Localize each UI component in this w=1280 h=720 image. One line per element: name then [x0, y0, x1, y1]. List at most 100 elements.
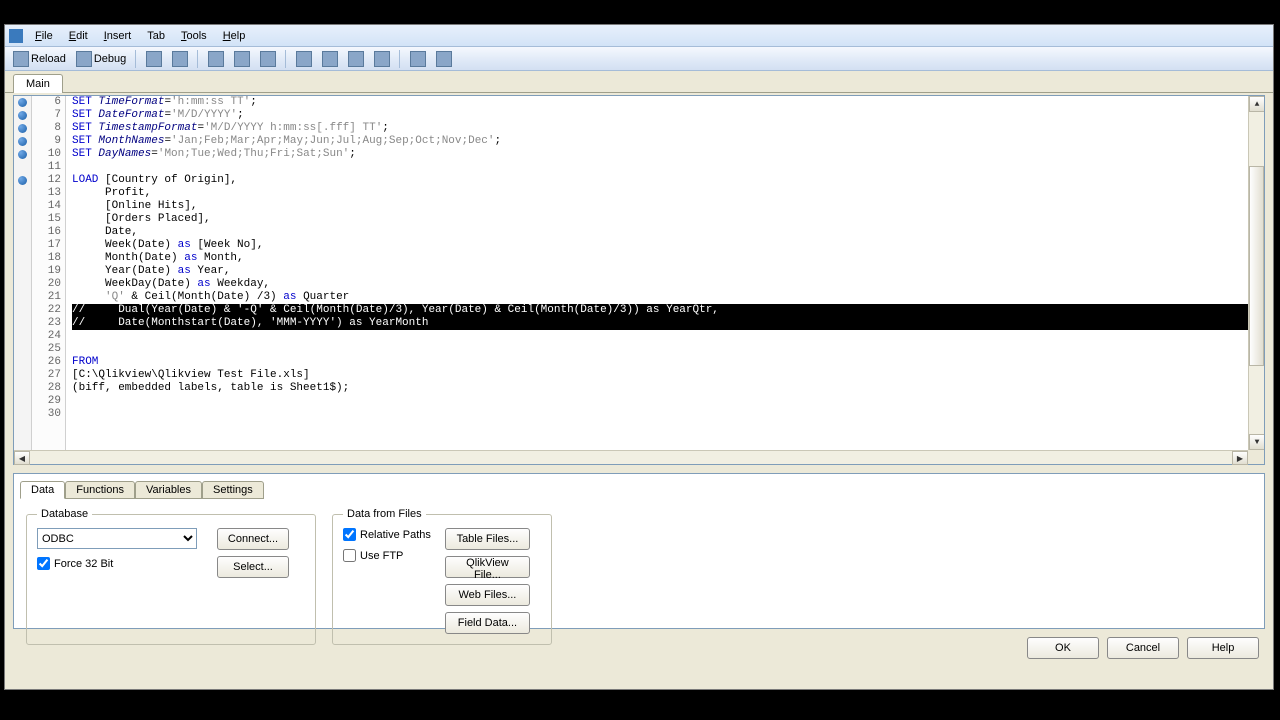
code-line[interactable] — [72, 330, 1264, 343]
code-line[interactable]: Week(Date) as [Week No], — [72, 239, 1264, 252]
connect-button[interactable]: Connect... — [217, 528, 289, 550]
reload-icon — [13, 51, 29, 67]
print-button[interactable] — [168, 49, 192, 69]
tab-add-icon — [322, 51, 338, 67]
save-button[interactable] — [142, 49, 166, 69]
print-icon — [172, 51, 188, 67]
field-data-button[interactable]: Field Data... — [445, 612, 530, 634]
code-line[interactable]: FROM — [72, 356, 1264, 369]
grid-icon — [410, 51, 426, 67]
scroll-right-button[interactable]: ▶ — [1232, 451, 1248, 465]
horizontal-scrollbar[interactable]: ◀ ▶ — [14, 450, 1248, 464]
code-line[interactable] — [72, 408, 1264, 421]
code-line[interactable]: SET DateFormat='M/D/YYYY'; — [72, 109, 1264, 122]
debug-label: Debug — [94, 53, 126, 65]
code-line[interactable]: Year(Date) as Year, — [72, 265, 1264, 278]
code-line[interactable]: WeekDay(Date) as Weekday, — [72, 278, 1264, 291]
database-legend: Database — [37, 508, 92, 520]
save-icon — [146, 51, 162, 67]
code-line[interactable]: SET TimeFormat='h:mm:ss TT'; — [72, 96, 1264, 109]
tab-demote-icon — [374, 51, 390, 67]
tab-demote-button[interactable] — [370, 49, 394, 69]
scroll-left-button[interactable]: ◀ — [14, 451, 30, 465]
web-files-button[interactable]: Web Files... — [445, 584, 530, 606]
code-line[interactable] — [72, 161, 1264, 174]
code-line[interactable] — [72, 343, 1264, 356]
code-line[interactable]: Profit, — [72, 187, 1264, 200]
bottom-tab-variables[interactable]: Variables — [135, 481, 202, 499]
debug-button[interactable]: Debug — [72, 49, 130, 69]
select-button[interactable]: Select... — [217, 556, 289, 578]
menu-help[interactable]: Help — [215, 28, 254, 44]
qlikview-file-button[interactable]: QlikView File... — [445, 556, 530, 578]
code-line[interactable]: 'Q' & Ceil(Month(Date) /3) as Quarter — [72, 291, 1264, 304]
code-line[interactable]: Month(Date) as Month, — [72, 252, 1264, 265]
toolbar-separator — [285, 50, 287, 68]
force-32bit-checkbox[interactable]: Force 32 Bit — [37, 557, 197, 570]
tab-add-button[interactable] — [318, 49, 342, 69]
code-line[interactable]: // Date(Monthstart(Date), 'MMM-YYYY') as… — [72, 317, 1264, 330]
force-32bit-input[interactable] — [37, 557, 50, 570]
paste-button[interactable] — [256, 49, 280, 69]
data-from-files-group: Data from Files Relative Paths Use FTP T… — [332, 508, 552, 645]
bug-icon — [76, 51, 92, 67]
line-number-gutter: 6789101112131415161718192021222324252627… — [32, 96, 66, 464]
bottom-tab-row: DataFunctionsVariablesSettings — [20, 480, 1258, 498]
database-driver-select[interactable]: ODBC — [37, 528, 197, 549]
menu-file[interactable]: File — [27, 28, 61, 44]
cut-button[interactable] — [204, 49, 228, 69]
misc-button-2[interactable] — [432, 49, 456, 69]
tab-main[interactable]: Main — [13, 74, 63, 93]
use-ftp-label: Use FTP — [360, 550, 403, 562]
bottom-tab-settings[interactable]: Settings — [202, 481, 264, 499]
scroll-down-button[interactable]: ▼ — [1249, 434, 1264, 450]
toolbar: Reload Debug — [5, 47, 1273, 71]
relative-paths-label: Relative Paths — [360, 529, 431, 541]
editor-pane: 6789101112131415161718192021222324252627… — [13, 95, 1265, 465]
menu-edit[interactable]: Edit — [61, 28, 96, 44]
scroll-thumb[interactable] — [1249, 166, 1264, 366]
code-editor[interactable]: SET TimeFormat='h:mm:ss TT';SET DateForm… — [66, 96, 1264, 464]
bottom-panel: DataFunctionsVariablesSettings Database … — [13, 473, 1265, 629]
code-line[interactable]: SET MonthNames='Jan;Feb;Mar;Apr;May;Jun;… — [72, 135, 1264, 148]
table-files-button[interactable]: Table Files... — [445, 528, 530, 550]
relative-paths-input[interactable] — [343, 528, 356, 541]
search-icon — [296, 51, 312, 67]
menu-tab[interactable]: Tab — [139, 28, 173, 44]
code-line[interactable]: [Online Hits], — [72, 200, 1264, 213]
paste-icon — [260, 51, 276, 67]
use-ftp-checkbox[interactable]: Use FTP — [343, 549, 431, 562]
reload-button[interactable]: Reload — [9, 49, 70, 69]
breakpoint-gutter[interactable] — [14, 96, 32, 464]
system-icon[interactable] — [9, 29, 23, 43]
chart-icon — [436, 51, 452, 67]
tab-promote-icon — [348, 51, 364, 67]
scroll-up-button[interactable]: ▲ — [1249, 96, 1264, 112]
code-line[interactable]: Date, — [72, 226, 1264, 239]
database-group: Database ODBC Force 32 Bit Connect... S — [26, 508, 316, 645]
code-line[interactable]: [Orders Placed], — [72, 213, 1264, 226]
menu-tools[interactable]: Tools — [173, 28, 215, 44]
code-line[interactable]: // Dual(Year(Date) & '-Q' & Ceil(Month(D… — [72, 304, 1264, 317]
menu-insert[interactable]: Insert — [96, 28, 140, 44]
code-line[interactable]: [C:\Qlikview\Qlikview Test File.xls] — [72, 369, 1264, 382]
code-line[interactable]: SET TimestampFormat='M/D/YYYY h:mm:ss[.f… — [72, 122, 1264, 135]
toolbar-separator — [197, 50, 199, 68]
code-line[interactable]: (biff, embedded labels, table is Sheet1$… — [72, 382, 1264, 395]
code-line[interactable] — [72, 395, 1264, 408]
document-tab-row: Main — [5, 71, 1273, 93]
use-ftp-input[interactable] — [343, 549, 356, 562]
find-button[interactable] — [292, 49, 316, 69]
bottom-tab-data[interactable]: Data — [20, 481, 65, 499]
force-32bit-label: Force 32 Bit — [54, 558, 113, 570]
misc-button-1[interactable] — [406, 49, 430, 69]
bottom-tab-functions[interactable]: Functions — [65, 481, 135, 499]
copy-button[interactable] — [230, 49, 254, 69]
vertical-scrollbar[interactable]: ▲ ▼ — [1248, 96, 1264, 450]
tab-promote-button[interactable] — [344, 49, 368, 69]
cut-icon — [208, 51, 224, 67]
code-line[interactable]: LOAD [Country of Origin], — [72, 174, 1264, 187]
scroll-corner — [1248, 450, 1264, 464]
code-line[interactable]: SET DayNames='Mon;Tue;Wed;Thu;Fri;Sat;Su… — [72, 148, 1264, 161]
relative-paths-checkbox[interactable]: Relative Paths — [343, 528, 431, 541]
